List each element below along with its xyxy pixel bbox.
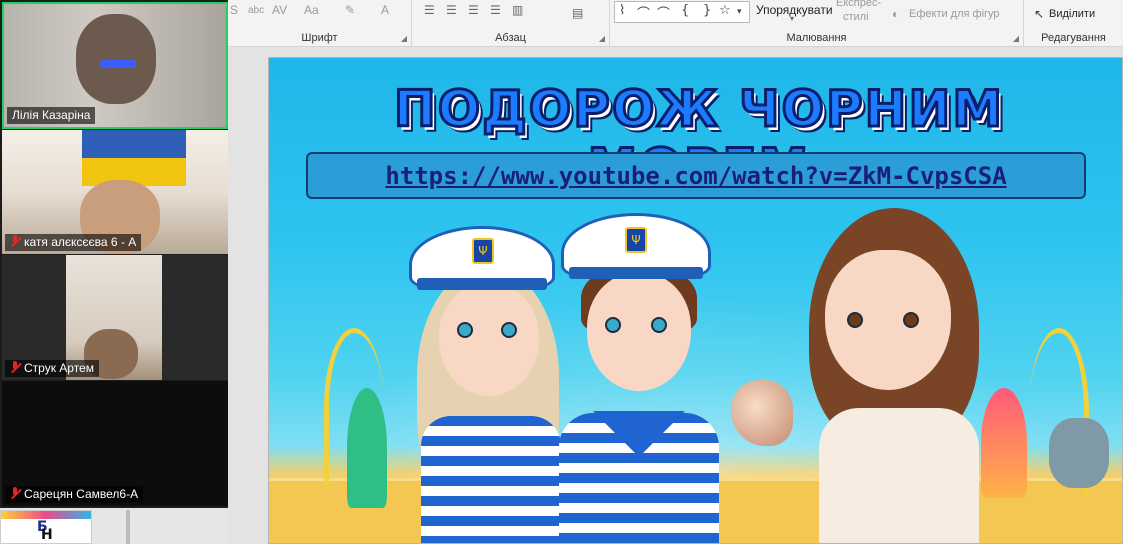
- eye-icon: [457, 322, 473, 338]
- participant-name: катя алєксєєва 6 - А: [5, 234, 142, 251]
- video-participants-panel: Лілія Казаріна катя алєксєєва 6 - А Стру…: [0, 0, 228, 508]
- trident-badge-icon: Ψ: [625, 227, 647, 253]
- slide-canvas[interactable]: Ψ Ψ ПОДОРОЖ ЧОРНИМ МОРЕМ https://: [268, 57, 1123, 544]
- participant-name-text: Сарецян Самвел6-А: [24, 487, 139, 501]
- thumbnail-banner: [1, 511, 91, 519]
- font-group: Шрифт ◢: [228, 0, 412, 47]
- eye-icon: [847, 312, 863, 328]
- eye-icon: [501, 322, 517, 338]
- white-shirt: [819, 408, 979, 543]
- flag-blue: [82, 130, 186, 158]
- link-box[interactable]: https://www.youtube.com/watch?v=ZkM-Cvps…: [306, 152, 1086, 199]
- paragraph-dialog-launcher-icon[interactable]: ◢: [599, 34, 605, 43]
- mic-off-icon: [10, 361, 20, 373]
- hat-band: [417, 278, 547, 290]
- participant-name: Лілія Казаріна: [7, 107, 96, 124]
- font-group-label: Шрифт: [301, 32, 338, 44]
- girl-with-shell-illustration: [789, 208, 989, 543]
- slide-thumbnail[interactable]: Б Н: [0, 510, 92, 544]
- seaweed-left-icon: [347, 388, 387, 508]
- eye-icon: [605, 317, 621, 333]
- thumbnail-scrollbar[interactable]: [126, 510, 130, 544]
- participant-name: Струк Артем: [5, 360, 99, 377]
- striped-shirt: [421, 416, 561, 543]
- font-dialog-launcher-icon[interactable]: ◢: [401, 34, 407, 43]
- eye-icon: [651, 317, 667, 333]
- participant-name: Сарецян Самвел6-А: [5, 486, 144, 503]
- mic-off-icon: [10, 235, 20, 247]
- person-silhouette-icon: [76, 14, 156, 104]
- sailor-girl-illustration: Ψ: [409, 226, 569, 543]
- youtube-link[interactable]: https://www.youtube.com/watch?v=ZkM-Cvps…: [308, 162, 1084, 190]
- eye-icon: [903, 312, 919, 328]
- thumbnail-letter: Н: [41, 527, 53, 543]
- face-icon: [587, 273, 691, 391]
- drawing-group: Малювання ◢: [610, 0, 1024, 47]
- face-icon: [439, 284, 539, 396]
- hat-band: [569, 267, 703, 279]
- trident-badge-icon: Ψ: [472, 238, 494, 264]
- mic-off-icon: [10, 487, 20, 499]
- face-icon: [825, 250, 951, 390]
- participant-name-text: катя алєксєєва 6 - А: [24, 235, 137, 249]
- rock-icon: [1049, 418, 1109, 488]
- participant-tile[interactable]: Струк Артем: [2, 255, 228, 380]
- paragraph-group-label: Абзац: [495, 32, 526, 44]
- participant-tile[interactable]: катя алєксєєва 6 - А: [2, 130, 228, 254]
- editing-group: Редагування: [1024, 0, 1123, 47]
- app-window: S abc AV Aa ✎ A Шрифт ◢ ☰ ☰ ☰ ☰ ▥ ▤ Абза…: [0, 0, 1123, 544]
- drawing-group-label: Малювання: [786, 32, 847, 44]
- sailor-boy-illustration: Ψ: [559, 213, 719, 543]
- drawing-dialog-launcher-icon[interactable]: ◢: [1013, 34, 1019, 43]
- paragraph-group: Абзац ◢: [412, 0, 610, 47]
- glasses-icon: [100, 60, 136, 68]
- participant-tile[interactable]: Лілія Казаріна: [2, 2, 228, 129]
- editing-group-label: Редагування: [1041, 32, 1106, 44]
- participant-tile[interactable]: Сарецян Самвел6-А: [2, 381, 228, 506]
- participant-name-text: Струк Артем: [24, 361, 94, 375]
